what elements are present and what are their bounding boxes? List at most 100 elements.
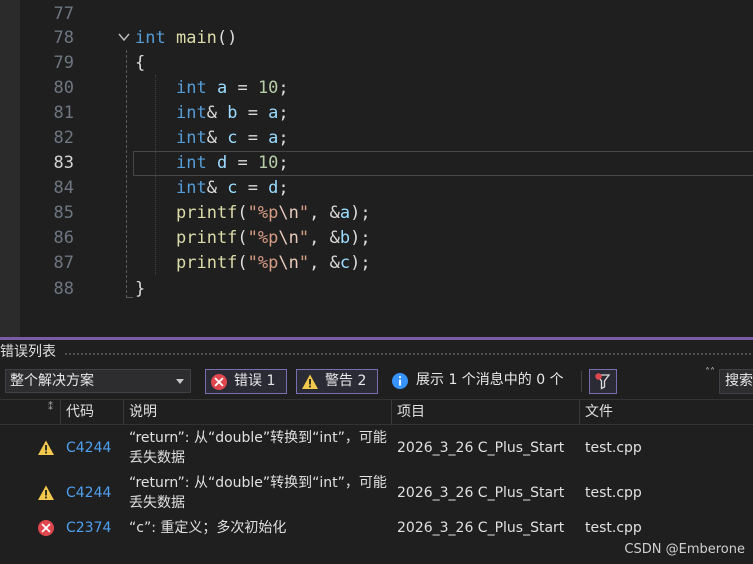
line-number-current: 83 — [53, 153, 74, 173]
watermark-text: CSDN @Emberone — [624, 542, 745, 557]
keyword-token: int — [176, 103, 207, 123]
code-token: = — [237, 178, 269, 198]
panel-title: 错误列表 — [0, 344, 56, 360]
error-list-panel: 错误列表 整个解决方案 错误 1 警告 2 展示 1 个消息中的 0 个 ˄˄ … — [0, 337, 753, 564]
brace-token: } — [135, 279, 146, 299]
error-file: test.cpp — [585, 440, 642, 456]
variable-token: a — [268, 103, 279, 123]
table-row[interactable]: C4244 “return”: 从“double”转换到“int”，可能丢失数据… — [0, 472, 753, 514]
keyword-token: int — [176, 153, 207, 173]
panel-title-bar[interactable]: 错误列表 — [0, 341, 753, 363]
column-header-description[interactable]: 说明 — [129, 400, 157, 424]
scope-dropdown[interactable]: 整个解决方案 — [5, 369, 191, 393]
code-token: = — [237, 103, 269, 123]
column-header-project[interactable]: 项目 — [397, 400, 425, 424]
variable-token: b — [339, 228, 351, 248]
error-code-link[interactable]: C4244 — [66, 483, 111, 503]
errors-filter-button[interactable]: 错误 1 — [205, 369, 287, 394]
code-line[interactable]: 80 int a = 10; — [0, 76, 753, 101]
warning-icon — [38, 440, 54, 455]
line-number: 86 — [53, 228, 74, 248]
messages-filter-button[interactable]: 展示 1 个消息中的 0 个 — [388, 369, 580, 394]
search-input[interactable]: 搜索 — [719, 369, 753, 394]
error-project: 2026_3_26 C_Plus_Start — [397, 485, 565, 501]
line-number: 85 — [53, 203, 74, 223]
string-token: " — [298, 253, 310, 273]
code-text: int main() — [135, 26, 237, 51]
code-token: ); — [350, 203, 371, 223]
string-token: "%p — [247, 203, 279, 223]
drag-grip[interactable] — [64, 352, 753, 355]
code-token: ( — [237, 203, 248, 223]
code-line[interactable]: 81 int& b = a; — [0, 101, 753, 126]
code-token: & — [206, 178, 228, 198]
code-line[interactable]: 79 { — [0, 51, 753, 76]
code-text: int d = 10; — [176, 151, 289, 176]
brace-token: { — [135, 53, 146, 73]
code-text: printf("%p\n", &c); — [176, 251, 371, 276]
code-token: ( — [237, 253, 248, 273]
error-icon — [38, 520, 54, 536]
variable-token: a — [339, 203, 351, 223]
error-list-header: ⁑ 代码 说明 项目 文件 — [0, 399, 753, 425]
code-line[interactable]: 84 int& c = d; — [0, 176, 753, 201]
column-separator[interactable] — [123, 400, 124, 424]
line-number: 80 — [53, 78, 74, 98]
code-line[interactable]: 85 printf("%p\n", &a); — [0, 201, 753, 226]
column-header-code[interactable]: 代码 — [66, 400, 94, 424]
column-options-icon[interactable]: ⁑ — [48, 403, 53, 413]
search-placeholder: 搜索 — [725, 373, 753, 389]
error-file: test.cpp — [585, 520, 642, 536]
filter-button[interactable] — [589, 369, 617, 394]
code-line[interactable]: 77 — [0, 2, 753, 27]
table-row[interactable]: C4244 “return”: 从“double”转换到“int”，可能丢失数据… — [0, 427, 753, 469]
code-token: , & — [309, 228, 340, 248]
code-line[interactable]: 82 int& c = a; — [0, 126, 753, 151]
code-line[interactable]: 87 printf("%p\n", &c); — [0, 251, 753, 276]
variable-token: b — [227, 103, 238, 123]
code-line[interactable]: 88 } — [0, 277, 753, 302]
code-text: int& c = a; — [176, 126, 289, 151]
table-row[interactable]: C2374 “c”: 重定义；多次初始化 2026_3_26 C_Plus_St… — [0, 517, 753, 541]
error-project: 2026_3_26 C_Plus_Start — [397, 520, 565, 536]
error-description: “return”: 从“double”转换到“int”，可能丢失数据 — [129, 430, 387, 466]
line-number: 77 — [53, 4, 74, 24]
code-line-current[interactable]: 83 int d = 10; — [0, 151, 753, 176]
code-text: printf("%p\n", &a); — [176, 201, 371, 226]
panel-accent-bar — [0, 337, 753, 340]
code-token: ; — [278, 178, 289, 198]
code-text: } — [135, 277, 145, 302]
warning-icon — [38, 485, 54, 500]
warnings-filter-button[interactable]: 警告 2 — [296, 369, 378, 394]
error-code-link[interactable]: C4244 — [66, 438, 111, 458]
code-token: & — [206, 128, 228, 148]
code-token: ( — [237, 228, 248, 248]
scope-dropdown-value: 整个解决方案 — [10, 373, 94, 389]
errors-filter-label: 错误 1 — [234, 373, 276, 389]
escape-token: \n — [278, 228, 299, 248]
code-token: ; — [278, 103, 289, 123]
line-number: 84 — [53, 178, 74, 198]
code-line[interactable]: 78 int main() — [0, 26, 753, 51]
code-text: printf("%p\n", &b); — [176, 226, 371, 251]
code-editor[interactable]: 77 78 int main() 79 { 80 int a = 10; 81 … — [0, 0, 753, 337]
error-code-link[interactable]: C2374 — [66, 518, 111, 538]
column-header-file[interactable]: 文件 — [585, 400, 613, 424]
keyword-token: int — [135, 28, 166, 48]
code-line[interactable]: 86 printf("%p\n", &b); — [0, 226, 753, 251]
function-token: printf — [176, 203, 238, 223]
variable-token: c — [339, 253, 351, 273]
chevron-down-icon — [176, 379, 184, 384]
column-separator[interactable] — [60, 400, 61, 424]
escape-token: \n — [278, 203, 299, 223]
code-token: ; — [278, 128, 289, 148]
overflow-chevron-icon[interactable]: ˄˄ — [705, 368, 715, 378]
keyword-token: int — [176, 128, 207, 148]
string-token: " — [298, 228, 310, 248]
column-separator[interactable] — [579, 400, 580, 424]
warnings-filter-label: 警告 2 — [325, 373, 367, 389]
column-separator[interactable] — [391, 400, 392, 424]
error-icon — [211, 374, 227, 390]
number-token: 10 — [257, 153, 279, 173]
